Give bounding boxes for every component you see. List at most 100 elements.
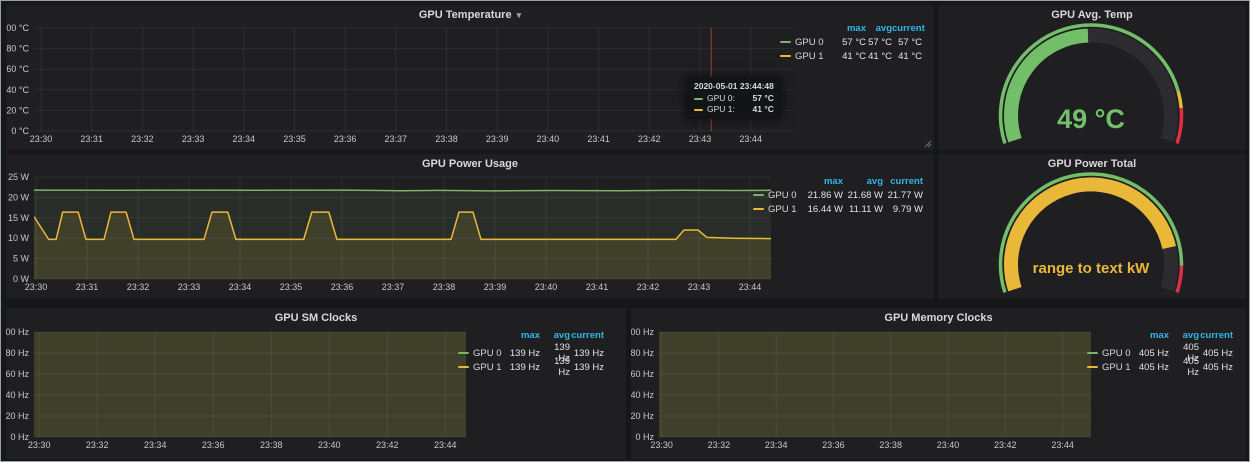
x-axis-tick-label: 23:30 — [25, 282, 48, 292]
panel-title-gpu-sm-clocks[interactable]: GPU SM Clocks — [6, 312, 626, 324]
series-color-dash — [458, 366, 469, 368]
grafana-dashboard: GPU Temperature▾ 100 °C80 °C60 °C40 °C20… — [0, 0, 1250, 462]
y-axis-tick-label: 5 W — [13, 254, 30, 264]
tooltip-series-name: GPU 0: — [707, 93, 735, 104]
x-axis-tick-label: 23:36 — [822, 440, 845, 450]
y-axis-tick-label: 100 Hz — [6, 327, 29, 337]
legend-row: GPU 116.44 W11.11 W9.79 W — [753, 202, 923, 216]
x-axis-tick-label: 23:30 — [30, 134, 53, 144]
gpu-power-total-gauge: range to text kW — [938, 154, 1246, 299]
legend-header-avg[interactable]: avg — [866, 23, 892, 34]
legend-value: 41 °C — [866, 51, 892, 62]
legend-series-gpu0[interactable]: GPU 0 — [458, 348, 504, 359]
gpu-avg-temp-gauge: 49 °C — [938, 5, 1246, 150]
x-axis-tick-label: 23:32 — [131, 134, 154, 144]
y-axis-tick-label: 25 W — [8, 172, 30, 182]
x-axis-tick-label: 23:44 — [434, 440, 457, 450]
panel-gpu-avg-temp: GPU Avg. Temp 49 °C — [938, 5, 1246, 150]
y-axis-tick-label: 20 W — [8, 192, 30, 202]
x-axis-tick-label: 23:31 — [80, 134, 103, 144]
legend-series-gpu1[interactable]: GPU 1 — [1087, 362, 1133, 373]
gauge-threshold-ring — [1178, 91, 1181, 108]
legend-series-gpu0[interactable]: GPU 0 — [753, 190, 799, 201]
series-color-dash — [458, 352, 469, 354]
legend-header-avg[interactable]: avg — [843, 176, 883, 187]
panel-resize-handle[interactable] — [923, 139, 932, 148]
series-color-dash — [753, 208, 764, 210]
legend-row: maxavgcurrent — [1087, 328, 1233, 342]
legend-header-current[interactable]: current — [1199, 330, 1233, 341]
legend-header-max[interactable]: max — [504, 330, 540, 341]
y-axis-tick-label: 20 Hz — [631, 411, 654, 421]
gauge-value: range to text kW — [1033, 260, 1151, 277]
legend-series-gpu0[interactable]: GPU 0 — [780, 37, 830, 48]
x-axis-tick-label: 23:42 — [994, 440, 1017, 450]
legend-value: 21.68 W — [843, 190, 883, 201]
x-axis-tick-label: 23:42 — [638, 134, 661, 144]
x-axis-tick-label: 23:39 — [484, 282, 507, 292]
panel-gpu-power-usage: GPU Power Usage 25 W20 W15 W10 W5 W0 W23… — [6, 154, 934, 299]
panel-title-text: GPU Memory Clocks — [884, 312, 992, 324]
tooltip-series-value: 57 °C — [753, 93, 774, 104]
x-axis-tick-label: 23:43 — [688, 282, 711, 292]
x-axis-tick-label: 23:40 — [937, 440, 960, 450]
x-axis-tick-label: 23:38 — [260, 440, 283, 450]
x-axis-tick-label: 23:30 — [28, 440, 51, 450]
y-axis-tick-label: 60 Hz — [6, 369, 29, 379]
legend-header-current[interactable]: current — [892, 23, 922, 34]
x-axis-tick-label: 23:38 — [433, 282, 456, 292]
legend-header-current[interactable]: current — [883, 176, 923, 187]
panel-title-gpu-temperature[interactable]: GPU Temperature▾ — [6, 9, 934, 21]
x-axis-tick-label: 23:37 — [382, 282, 405, 292]
legend-value: 57 °C — [830, 37, 866, 48]
x-axis-tick-label: 23:33 — [178, 282, 201, 292]
gpu-power-usage-legend: maxavgcurrentGPU 021.86 W21.68 W21.77 WG… — [753, 174, 923, 216]
panel-title-gpu-power-total[interactable]: GPU Power Total — [938, 158, 1246, 170]
legend-header-avg[interactable]: avg — [540, 330, 570, 341]
legend-series-gpu1[interactable]: GPU 1 — [753, 204, 799, 215]
chart-tooltip: 2020-05-01 23:44:48 GPU 0: 57 °C GPU 1: … — [686, 77, 782, 119]
y-axis-tick-label: 60 Hz — [631, 369, 654, 379]
legend-series-gpu0[interactable]: GPU 0 — [1087, 348, 1133, 359]
x-axis-tick-label: 23:44 — [739, 282, 762, 292]
gpu-memory-clocks-legend: maxavgcurrentGPU 0405 Hz405 Hz405 HzGPU … — [1087, 328, 1233, 370]
x-axis-tick-label: 23:40 — [318, 440, 341, 450]
y-axis-tick-label: 20 Hz — [6, 411, 29, 421]
y-axis-tick-label: 20 °C — [6, 105, 29, 115]
legend-value: 405 Hz — [1169, 356, 1199, 378]
legend-value: 139 Hz — [540, 356, 570, 378]
y-axis-tick-label: 15 W — [8, 213, 30, 223]
legend-header-avg[interactable]: avg — [1169, 330, 1199, 341]
legend-series-gpu1[interactable]: GPU 1 — [780, 51, 830, 62]
x-axis-tick-label: 23:35 — [280, 282, 303, 292]
legend-header-max[interactable]: max — [830, 23, 866, 34]
series-color-dash — [1087, 352, 1098, 354]
panel-title-text: GPU Power Total — [1048, 158, 1136, 170]
x-axis-tick-label: 23:34 — [233, 134, 256, 144]
x-axis-tick-label: 23:44 — [1051, 440, 1074, 450]
series-area-gpu1 — [659, 308, 1091, 437]
x-axis-tick-label: 23:44 — [739, 134, 762, 144]
legend-value: 139 Hz — [504, 348, 540, 359]
x-axis-tick-label: 23:34 — [765, 440, 788, 450]
series-line-gpu0 — [34, 190, 771, 191]
x-axis-tick-label: 23:40 — [535, 282, 558, 292]
y-axis-tick-label: 0 Hz — [10, 432, 29, 442]
tooltip-row-gpu1: GPU 1: 41 °C — [694, 104, 774, 115]
x-axis-tick-label: 23:36 — [331, 282, 354, 292]
x-axis-tick-label: 23:33 — [182, 134, 205, 144]
legend-value: 57 °C — [866, 37, 892, 48]
panel-title-text: GPU Power Usage — [422, 158, 518, 170]
legend-series-gpu1[interactable]: GPU 1 — [458, 362, 504, 373]
panel-title-gpu-avg-temp[interactable]: GPU Avg. Temp — [938, 9, 1246, 21]
legend-value: 405 Hz — [1133, 362, 1169, 373]
panel-title-gpu-power-usage[interactable]: GPU Power Usage — [6, 158, 934, 170]
legend-header-max[interactable]: max — [799, 176, 843, 187]
panel-title-gpu-memory-clocks[interactable]: GPU Memory Clocks — [631, 312, 1246, 324]
legend-header-max[interactable]: max — [1133, 330, 1169, 341]
panel-title-text: GPU Temperature — [419, 9, 512, 21]
legend-header-current[interactable]: current — [570, 330, 604, 341]
panel-gpu-memory-clocks: GPU Memory Clocks 100 Hz80 Hz60 Hz40 Hz2… — [631, 308, 1246, 459]
legend-value: 21.86 W — [799, 190, 843, 201]
legend-value: 16.44 W — [799, 204, 843, 215]
